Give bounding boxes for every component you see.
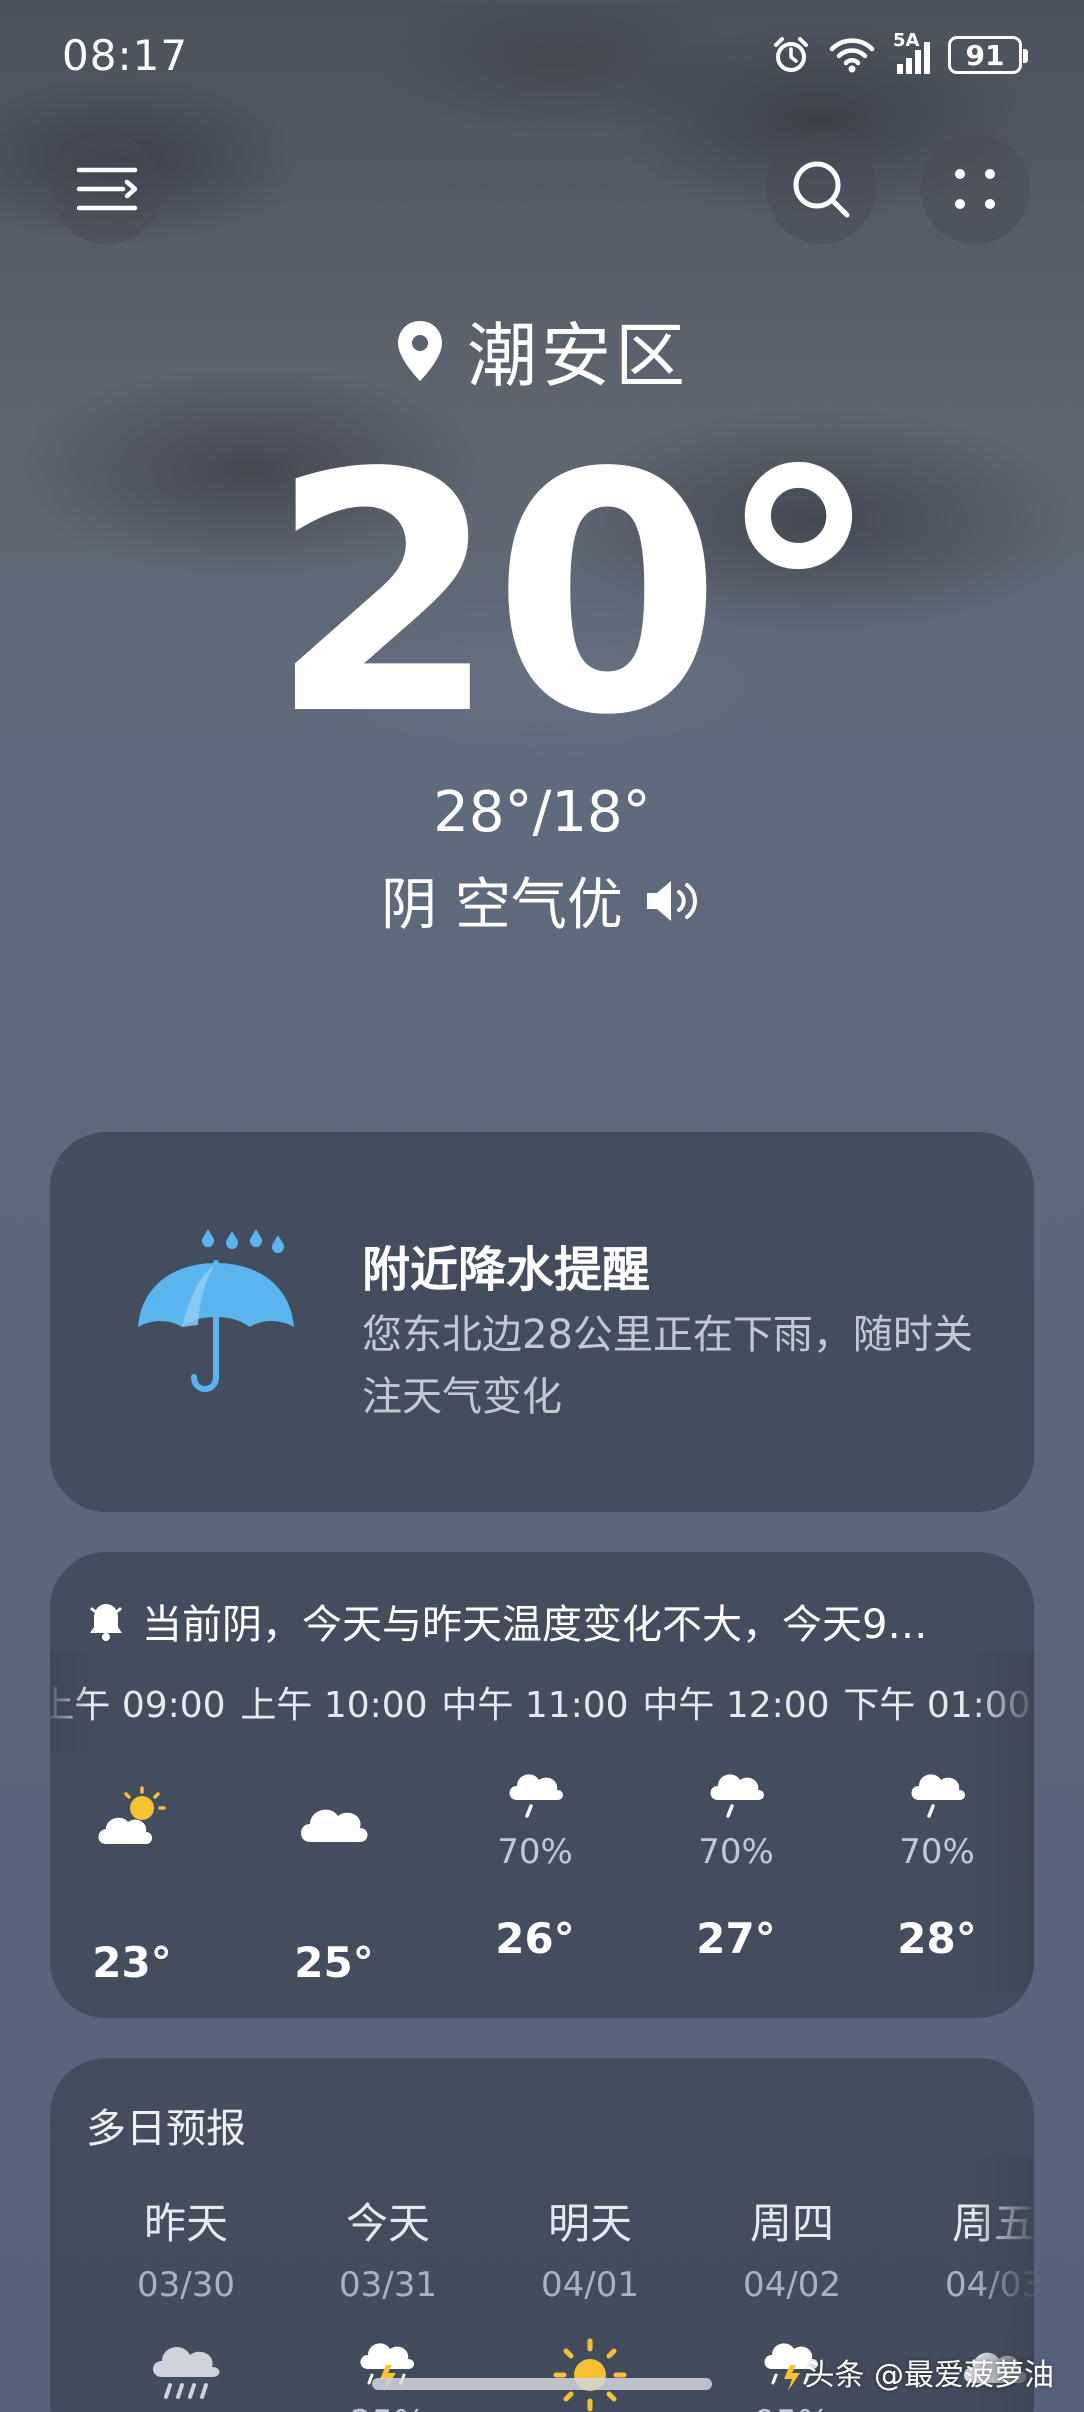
status-time: 08:17 xyxy=(62,30,189,80)
status-icons: 5A 91 xyxy=(771,30,1028,75)
hour-precip-prob: 70% xyxy=(497,1832,573,1872)
menu-button[interactable] xyxy=(52,134,162,244)
battery-indicator: 91 xyxy=(948,36,1028,74)
day-date: 03/30 xyxy=(137,2265,235,2305)
hour-precip-prob xyxy=(50,1854,232,1894)
partly-sunny-icon xyxy=(98,1786,166,1844)
day-name: 周四 xyxy=(749,2199,834,2248)
day-precip-prob: 25% xyxy=(288,2403,488,2412)
condition-row: 阴 空气优 xyxy=(0,860,1084,941)
alert-body: 您东北边28公里正在下雨，随时关注天气变化 xyxy=(362,1312,973,1420)
hour-temp: 26° xyxy=(495,1914,575,1963)
day-name: 今天 xyxy=(345,2199,430,2248)
hour-temp: 27° xyxy=(696,1914,776,1963)
menu-icon xyxy=(76,167,138,211)
umbrella-icon xyxy=(138,1229,294,1392)
location-name: 潮安区 xyxy=(467,315,689,397)
daily-title: 多日预报 xyxy=(86,2106,246,2152)
light-rain-icon xyxy=(509,1774,563,1818)
day-date: 04/01 xyxy=(541,2265,639,2305)
more-button[interactable] xyxy=(920,134,1030,244)
status-bar: 08:17 5A 91 xyxy=(0,0,1084,110)
daily-item[interactable]: 明天 04/01 xyxy=(490,2190,690,2412)
search-button[interactable] xyxy=(766,134,876,244)
day-precip-prob: 95% xyxy=(692,2403,892,2412)
light-rain-icon xyxy=(911,1774,965,1818)
home-indicator[interactable] xyxy=(372,2378,712,2390)
hourly-forecast-card[interactable]: 当前阴，今天与昨天温度变化不大，今天9… 上午 09:00 23° 上午 10:… xyxy=(50,1552,1034,2018)
bell-icon xyxy=(90,1604,122,1641)
rain-cloud-icon xyxy=(153,2347,220,2399)
alarm-icon xyxy=(774,37,808,72)
alert-title: 附近降水提醒 xyxy=(362,1242,651,1298)
light-rain-icon xyxy=(710,1774,764,1818)
precipitation-alert-card[interactable]: 附近降水提醒 您东北边28公里正在下雨，随时关注天气变化 xyxy=(50,1132,1034,1512)
sun-icon xyxy=(553,2338,627,2412)
hourly-summary: 当前阴，今天与昨天温度变化不大，今天9… xyxy=(88,1592,994,1650)
day-date: 03/31 xyxy=(339,2265,437,2305)
cloud-icon xyxy=(301,1809,368,1842)
hourly-item[interactable]: 中午 11:00 70% 26° xyxy=(435,1676,635,1963)
search-icon xyxy=(793,161,850,218)
hour-precip-prob xyxy=(234,1854,434,1894)
current-temperature: 20° xyxy=(268,403,881,787)
day-date: 04/02 xyxy=(743,2265,841,2305)
hour-time: 中午 11:00 xyxy=(441,1685,629,1726)
hour-time: 上午 10:00 xyxy=(240,1685,428,1726)
scroll-fade-right xyxy=(974,1652,1034,1992)
location-header[interactable]: 潮安区 xyxy=(0,300,1084,401)
scroll-fade-left xyxy=(50,1652,90,1752)
hour-precip-prob: 70% xyxy=(698,1832,774,1872)
hour-temp: 23° xyxy=(92,1938,172,1987)
network-type: 5A xyxy=(893,30,920,51)
speaker-icon[interactable] xyxy=(643,876,703,926)
day-name: 昨天 xyxy=(143,2199,228,2248)
watermark: 头条 @最爱菠萝油 xyxy=(804,2358,1054,2393)
temperature-range: 28°/18° xyxy=(433,780,651,845)
hour-time: 中午 12:00 xyxy=(642,1685,830,1726)
daily-item[interactable]: 昨天 03/30 xyxy=(86,2190,286,2403)
hourly-item[interactable]: 中午 12:00 70% 27° xyxy=(636,1676,836,1963)
wifi-icon xyxy=(829,38,875,73)
location-pin-icon xyxy=(398,320,442,381)
more-dots-icon xyxy=(955,169,995,209)
cellular-signal: 5A xyxy=(893,30,930,74)
hourly-item[interactable]: 上午 10:00 25° xyxy=(234,1676,434,1987)
hourly-summary-text: 当前阴，今天与昨天温度变化不大，今天9… xyxy=(142,1602,928,1648)
hour-temp: 25° xyxy=(294,1938,374,1987)
condition-text: 阴 空气优 xyxy=(381,873,623,938)
day-name: 明天 xyxy=(547,2199,632,2248)
